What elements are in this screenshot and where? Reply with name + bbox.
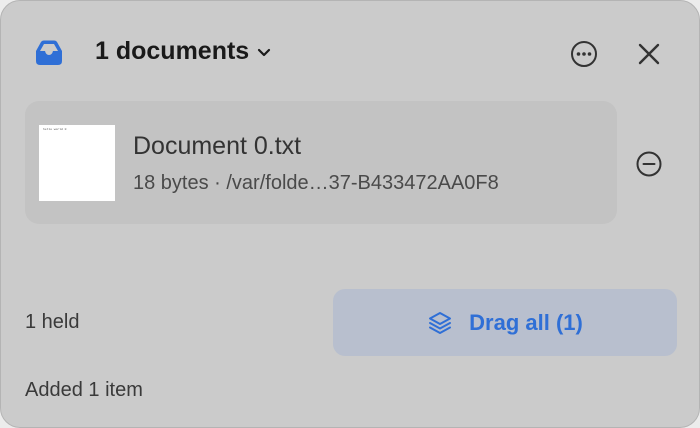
drag-all-button[interactable]: Drag all (1) — [333, 289, 677, 356]
more-options-button[interactable] — [569, 39, 599, 69]
remove-document-button[interactable] — [635, 150, 663, 178]
document-meta: 18 bytes · /var/folde…37-B433472AA0F8 — [133, 172, 499, 194]
chevron-down-icon — [258, 48, 271, 57]
document-name: Document 0.txt — [133, 132, 302, 160]
held-count: 1 held — [25, 311, 80, 333]
status-text: Added 1 item — [25, 379, 143, 401]
drag-all-label: Drag all (1) — [469, 309, 583, 335]
page-title: 1 documents — [95, 37, 250, 65]
thumbnail-text: hello world 0 — [43, 128, 67, 131]
close-button[interactable] — [635, 40, 663, 68]
panel-header: 1 documents — [1, 1, 699, 105]
tray-icon — [36, 40, 62, 65]
shelf-panel: 1 documents hello world 0 Document 0.txt… — [0, 0, 700, 428]
document-item[interactable]: hello world 0 Document 0.txt 18 bytes · … — [25, 101, 617, 224]
documents-menu-title[interactable]: 1 documents — [95, 37, 271, 66]
stack-icon — [429, 311, 452, 334]
document-thumbnail: hello world 0 — [39, 125, 115, 201]
